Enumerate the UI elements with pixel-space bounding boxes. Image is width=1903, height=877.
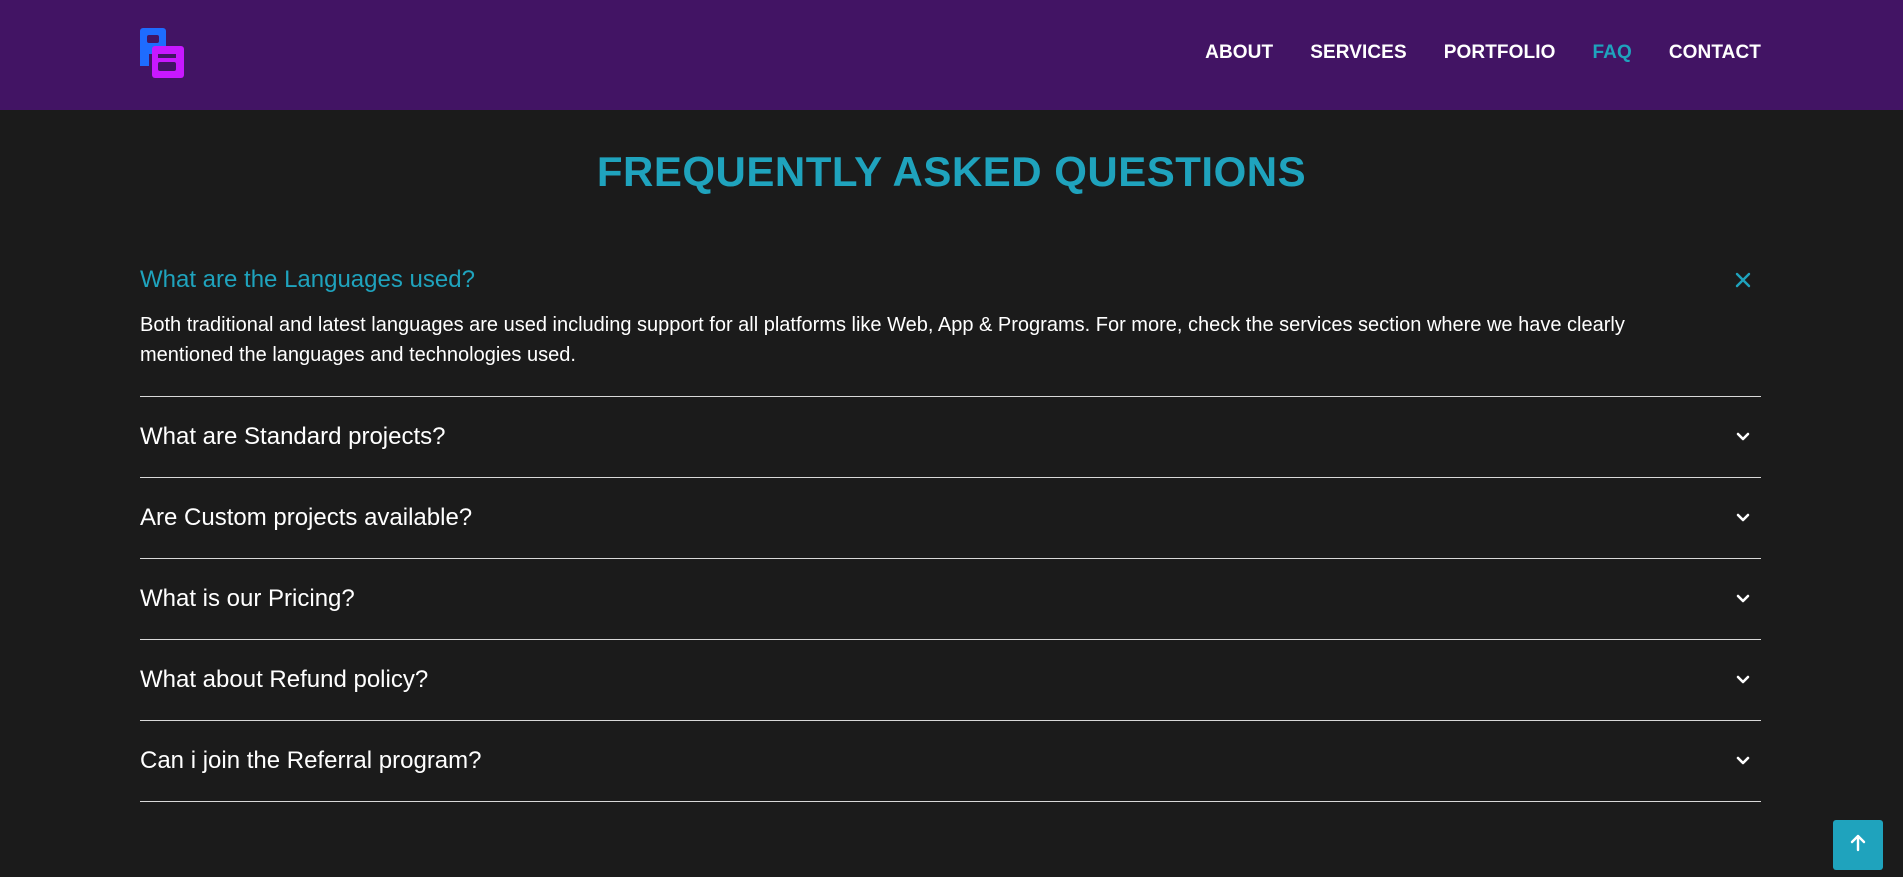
chevron-down-icon[interactable] (1731, 425, 1755, 449)
chevron-down-icon[interactable] (1731, 587, 1755, 611)
chevron-down-icon[interactable] (1731, 668, 1755, 692)
navbar: ABOUT SERVICES PORTFOLIO FAQ CONTACT (0, 0, 1903, 110)
nav-contact[interactable]: CONTACT (1669, 42, 1761, 64)
faq-item: What is our Pricing? (140, 559, 1761, 640)
faq-item: Are Custom projects available? (140, 478, 1761, 559)
nav-faq[interactable]: FAQ (1592, 42, 1631, 64)
faq-item: Can i join the Referral program? (140, 721, 1761, 802)
arrow-up-icon (1848, 833, 1868, 858)
faq-item: What are the Languages used? Both tradit… (140, 250, 1761, 397)
faq-question: Are Custom projects available? (140, 504, 473, 531)
logo[interactable] (140, 28, 184, 78)
close-icon[interactable] (1731, 268, 1755, 292)
faq-question-toggle[interactable]: What are the Languages used? (140, 250, 1761, 310)
nav-about[interactable]: ABOUT (1205, 42, 1273, 64)
faq-question: Can i join the Referral program? (140, 747, 482, 774)
faq-question: What is our Pricing? (140, 585, 355, 612)
nav-services[interactable]: SERVICES (1310, 42, 1407, 64)
faq-question-toggle[interactable]: What are Standard projects? (140, 397, 1761, 477)
page-title: FREQUENTLY ASKED QUESTIONS (596, 148, 1307, 195)
faq-question-toggle[interactable]: What is our Pricing? (140, 559, 1761, 639)
faq-question-toggle[interactable]: Are Custom projects available? (140, 478, 1761, 558)
main-nav: ABOUT SERVICES PORTFOLIO FAQ CONTACT (1205, 0, 1761, 106)
faq-item: What about Refund policy? (140, 640, 1761, 721)
faq-question-toggle[interactable]: Can i join the Referral program? (140, 721, 1761, 801)
faq-question: What about Refund policy? (140, 666, 429, 693)
faq-item: What are Standard projects? (140, 397, 1761, 478)
faq-answer: Both traditional and latest languages ar… (140, 314, 1625, 366)
faq-list: What are the Languages used? Both tradit… (140, 250, 1761, 802)
faq-question: What are Standard projects? (140, 423, 446, 450)
faq-question-toggle[interactable]: What about Refund policy? (140, 640, 1761, 720)
faq-question: What are the Languages used? (140, 266, 475, 293)
nav-portfolio[interactable]: PORTFOLIO (1444, 42, 1556, 64)
chevron-down-icon[interactable] (1731, 506, 1755, 530)
scroll-to-top-button[interactable] (1833, 820, 1883, 870)
chevron-down-icon[interactable] (1731, 749, 1755, 773)
